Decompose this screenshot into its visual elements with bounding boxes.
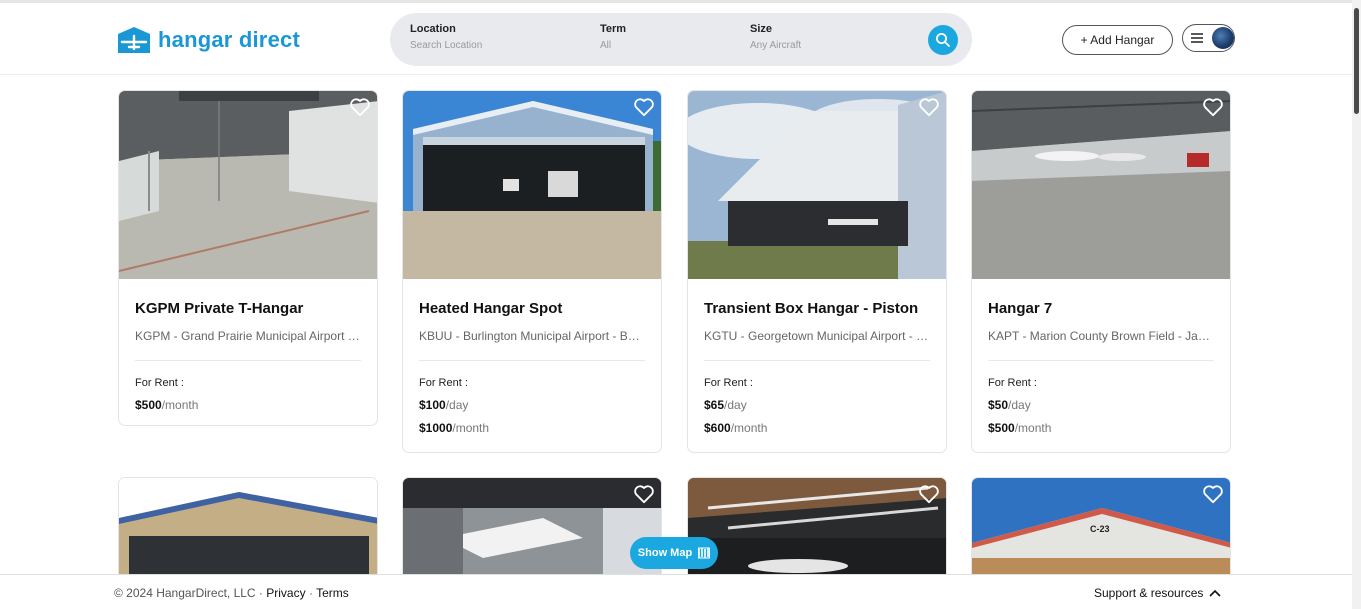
search-bar[interactable]: Location Search Location Term All Size A… (390, 13, 972, 66)
show-map-label: Show Map (637, 547, 693, 559)
listing-photo (972, 91, 1230, 279)
rent-label: For Rent : (988, 377, 1037, 389)
location-field[interactable]: Location Search Location (410, 23, 482, 51)
favorite-heart-icon[interactable] (1202, 484, 1224, 504)
favorite-heart-icon[interactable] (633, 484, 655, 504)
listing-photo (688, 91, 946, 279)
listing-title[interactable]: Transient Box Hangar - Piston (704, 300, 946, 317)
listing-card[interactable]: Heated Hangar Spot KBUU - Burlington Mun… (402, 90, 662, 453)
support-resources-toggle[interactable]: Support & resources (1094, 586, 1221, 600)
support-label: Support & resources (1094, 586, 1204, 600)
site-footer: © 2024 HangarDirect, LLC · Privacy · Ter… (0, 574, 1352, 609)
listing-location: KGTU - Georgetown Municipal Airport - Ge… (704, 329, 930, 361)
logo-text: hangar direct (158, 27, 300, 52)
listing-photo (403, 91, 661, 279)
rent-label: For Rent : (135, 377, 184, 389)
map-icon (698, 547, 711, 559)
favorite-heart-icon[interactable] (349, 97, 371, 117)
chevron-up-icon (1209, 589, 1221, 597)
airplane-logo-icon (116, 25, 152, 55)
listing-location: KAPT - Marion County Brown Field - Jaspe… (988, 329, 1214, 361)
price-daily: $100/day (419, 398, 469, 412)
location-label: Location (410, 23, 456, 35)
search-icon (936, 33, 950, 47)
price-monthly: $500/month (988, 421, 1052, 435)
size-field[interactable]: Size Any Aircraft (750, 23, 801, 51)
copyright-text: © 2024 HangarDirect, LLC (114, 586, 256, 600)
listing-title[interactable]: Heated Hangar Spot (419, 300, 661, 317)
price-daily: $65/day (704, 398, 747, 412)
add-hangar-button[interactable]: + Add Hangar (1062, 25, 1173, 55)
price-daily: $50/day (988, 398, 1031, 412)
favorite-heart-icon[interactable] (918, 97, 940, 117)
avatar (1212, 27, 1234, 49)
listing-card[interactable]: Transient Box Hangar - Piston KGTU - Geo… (687, 90, 947, 453)
footer-links: © 2024 HangarDirect, LLC · Privacy · Ter… (114, 586, 349, 600)
location-input[interactable]: Search Location (410, 40, 482, 51)
listing-title[interactable]: Hangar 7 (988, 300, 1230, 317)
terms-link[interactable]: Terms (316, 586, 349, 600)
term-label: Term (600, 23, 627, 35)
rent-label: For Rent : (704, 377, 753, 389)
term-field[interactable]: Term All (600, 23, 626, 51)
listing-location: KGPM - Grand Prairie Municipal Airport -… (135, 329, 361, 361)
size-label: Size (750, 23, 773, 35)
privacy-link[interactable]: Privacy (266, 586, 305, 600)
logo[interactable]: hangar direct (116, 25, 300, 55)
show-map-button[interactable]: Show Map (630, 537, 718, 569)
favorite-heart-icon[interactable] (1202, 97, 1224, 117)
site-header: hangar direct Location Search Location T… (0, 3, 1352, 75)
listing-card[interactable]: Hangar 7 KAPT - Marion County Brown Fiel… (971, 90, 1231, 453)
listing-title[interactable]: KGPM Private T-Hangar (135, 300, 377, 317)
term-value[interactable]: All (600, 40, 626, 51)
search-button[interactable] (928, 25, 958, 55)
listing-location: KBUU - Burlington Municipal Airport - Bu… (419, 329, 645, 361)
price-monthly: $500/month (135, 398, 199, 412)
listing-photo (119, 91, 377, 279)
size-value[interactable]: Any Aircraft (750, 40, 801, 51)
listing-card[interactable]: KGPM Private T-Hangar KGPM - Grand Prair… (118, 90, 378, 426)
price-monthly: $600/month (704, 421, 768, 435)
favorite-heart-icon[interactable] (633, 97, 655, 117)
hamburger-icon (1191, 33, 1203, 43)
scrollbar-thumb[interactable] (1354, 8, 1359, 114)
hangar-sign: C-23 (1090, 524, 1110, 534)
favorite-heart-icon[interactable] (918, 484, 940, 504)
rent-label: For Rent : (419, 377, 468, 389)
price-monthly: $1000/month (419, 421, 490, 435)
favorite-heart-icon[interactable] (349, 484, 371, 504)
user-menu-button[interactable] (1182, 24, 1235, 52)
